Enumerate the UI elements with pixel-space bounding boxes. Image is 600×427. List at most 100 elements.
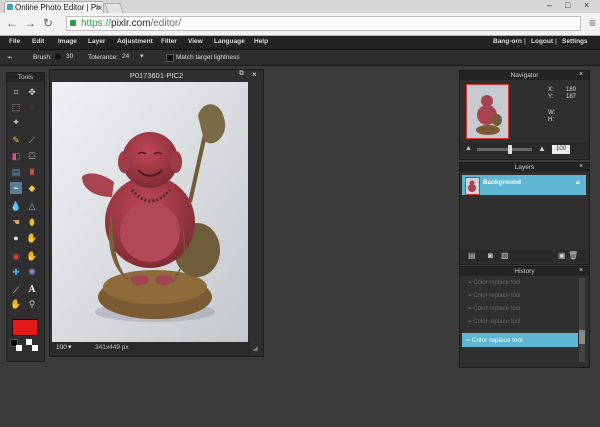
history-item[interactable]: ⌁ Color replace tool	[468, 318, 520, 325]
layer-mask-icon[interactable]: ◙	[488, 251, 493, 260]
menu-language[interactable]: Language	[214, 38, 245, 46]
color-replace-icon[interactable]: ⌁	[10, 182, 22, 194]
nav-y-value: 187	[566, 94, 577, 100]
menu-view[interactable]: View	[188, 38, 203, 46]
close-canvas-icon[interactable]: ×	[252, 70, 257, 79]
zoom-slider-handle[interactable]	[508, 145, 512, 154]
pinch-icon[interactable]: ✺	[26, 266, 38, 278]
menu-file[interactable]: File	[9, 38, 20, 46]
history-active-text: Color replace tool	[471, 337, 523, 344]
layer-thumbnail	[465, 177, 480, 195]
browser-tab[interactable]: Online Photo Editor | Pix ×	[4, 1, 104, 13]
lasso-icon[interactable]: ◌	[26, 101, 38, 113]
zoom-in-icon[interactable]: ▲	[538, 144, 546, 153]
maximize-window-icon[interactable]: ⧉	[239, 70, 244, 78]
marquee-icon[interactable]: ⬚	[10, 101, 22, 113]
default-colors-icon[interactable]	[16, 345, 22, 351]
forward-icon[interactable]: →	[24, 16, 36, 30]
menu-separator: |	[524, 38, 526, 45]
menu-settings[interactable]: Settings	[562, 38, 588, 46]
close-window-icon[interactable]: ×	[584, 0, 589, 11]
paint-bucket-icon[interactable]: ⛋	[26, 150, 38, 162]
brush-size[interactable]: 30	[66, 53, 73, 60]
minimize-icon[interactable]: –	[547, 0, 552, 11]
magic-wand-icon[interactable]: ✦	[10, 116, 22, 128]
maximize-icon[interactable]: □	[565, 0, 570, 11]
tolerance-value[interactable]: 24	[122, 53, 129, 60]
zoom-out-icon[interactable]: ▲	[465, 145, 472, 152]
color-picker-icon[interactable]: ⟋	[10, 284, 22, 296]
match-lightness-checkbox[interactable]	[166, 54, 174, 62]
menu-layer[interactable]: Layer	[88, 38, 105, 46]
red-eye-icon[interactable]: ◉	[10, 250, 22, 262]
layer-style-icon[interactable]: ▧	[501, 251, 509, 260]
pencil-icon[interactable]: ✎	[10, 134, 22, 146]
new-layer-icon[interactable]: ▣	[558, 251, 566, 260]
menu-logout[interactable]: Logout	[531, 38, 553, 46]
spot-heal-icon[interactable]: ✋	[26, 250, 38, 262]
menu-edit[interactable]: Edit	[32, 38, 44, 46]
layer-row[interactable]	[462, 175, 586, 195]
tools-panel-title: Tools	[7, 73, 44, 82]
zoom-dropdown-icon[interactable]: ▾	[68, 343, 72, 351]
menu-filter[interactable]: Filter	[161, 38, 177, 46]
url-path: /editor/	[150, 18, 182, 29]
layer-name[interactable]: Background	[483, 179, 521, 186]
blur-icon[interactable]: 💧	[10, 200, 22, 212]
zoom-slider-track[interactable]	[477, 148, 532, 151]
layer-lock-icon[interactable]: 🔒︎	[576, 179, 580, 187]
navigator-title: Navigator	[460, 71, 589, 80]
eraser-icon[interactable]: ◧	[10, 150, 22, 162]
favicon-icon	[7, 4, 13, 10]
reload-icon[interactable]: ↻	[43, 16, 53, 30]
navigator-zoom-input[interactable]: 100	[552, 145, 570, 154]
history-title: History	[460, 267, 589, 276]
brush-preview-icon[interactable]	[55, 54, 61, 60]
crop-icon[interactable]: ⌗	[10, 86, 22, 98]
close-navigator-icon[interactable]: ×	[579, 71, 583, 78]
new-tab-button[interactable]	[104, 3, 124, 13]
back-icon[interactable]: ←	[6, 16, 18, 30]
smudge-icon[interactable]: ☚	[10, 216, 22, 228]
sharpen-icon[interactable]: △	[26, 200, 38, 212]
url-host: pixlr.com	[111, 18, 151, 29]
nav-h-label: H:	[548, 117, 554, 123]
clone-stamp-icon[interactable]: ♜	[26, 166, 38, 178]
gradient-icon[interactable]: ▤	[10, 166, 22, 178]
history-active-label: ⌁ Color replace tool	[466, 336, 523, 344]
url-field[interactable]: https://pixlr.com/editor/	[66, 16, 581, 31]
history-item[interactable]: ⌁ Color replace tool	[468, 279, 520, 286]
move-icon[interactable]: ✥	[26, 86, 38, 98]
bloat-icon[interactable]: ✚	[10, 266, 22, 278]
swap-colors-icon[interactable]	[32, 345, 38, 351]
zoom-icon[interactable]: ⚲	[26, 298, 38, 310]
navigator-thumbnail[interactable]	[466, 84, 509, 139]
delete-layer-icon[interactable]: 🗑︎	[568, 251, 578, 260]
history-item[interactable]: ⌁ Color replace tool	[468, 292, 520, 299]
menu-image[interactable]: Image	[58, 38, 77, 46]
brush-icon[interactable]: ⟋	[26, 134, 38, 146]
primary-color-swatch[interactable]	[12, 319, 38, 336]
dodge-icon[interactable]: ●	[10, 232, 22, 244]
layer-settings-icon[interactable]: ▤	[468, 251, 476, 260]
menu-adjustment[interactable]: Adjustment	[117, 38, 153, 46]
history-scrollbar-thumb[interactable]	[579, 330, 585, 344]
burn-icon[interactable]: ✋	[26, 232, 38, 244]
drawing-icon[interactable]: ◆	[26, 182, 38, 194]
hand-icon[interactable]: ✋	[10, 298, 22, 310]
type-icon[interactable]: A	[26, 284, 38, 296]
menu-help[interactable]: Help	[254, 38, 268, 46]
menu-user[interactable]: Bang-orn	[493, 38, 522, 46]
close-layers-icon[interactable]: ×	[579, 163, 583, 170]
close-tab-icon[interactable]: ×	[95, 2, 100, 13]
tolerance-dropdown-icon[interactable]: ▾	[140, 52, 144, 60]
browser-menu-icon[interactable]: ≡	[589, 16, 596, 30]
history-item[interactable]: ⌁ Color replace tool	[468, 305, 520, 312]
resize-grip-icon[interactable]: ◢	[253, 345, 258, 352]
nav-y-label: Y:	[548, 94, 554, 100]
sponge-icon[interactable]: ⬮	[26, 216, 38, 228]
close-history-icon[interactable]: ×	[579, 267, 583, 274]
history-scrollbar[interactable]	[579, 278, 585, 362]
canvas-image[interactable]	[52, 82, 248, 342]
zoom-value[interactable]: 100	[56, 344, 67, 351]
